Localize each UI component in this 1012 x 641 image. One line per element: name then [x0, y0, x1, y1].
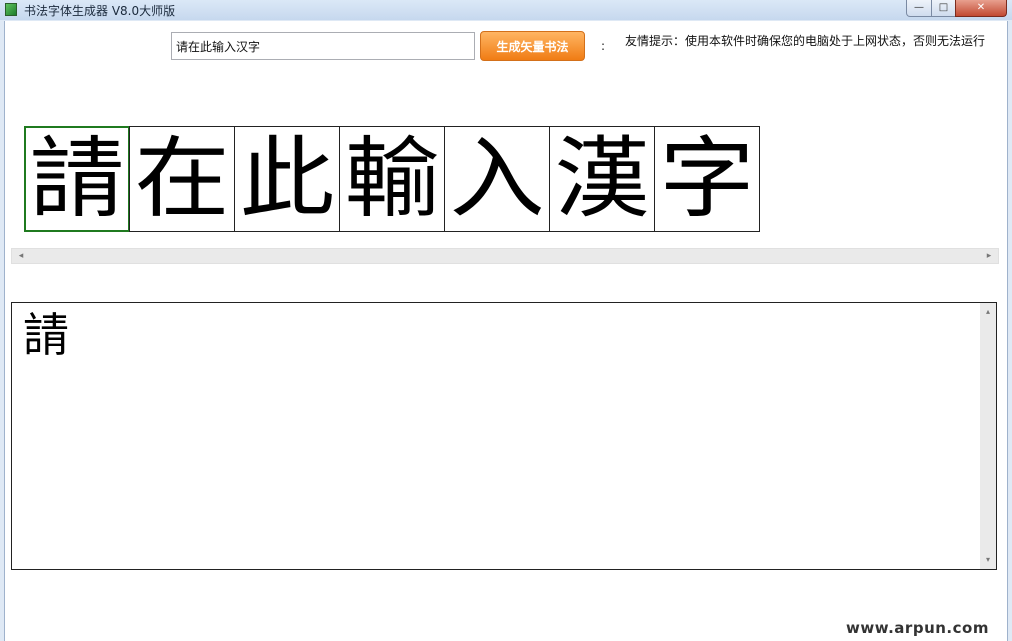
horizontal-scrollbar[interactable]: ◂ ▸ — [11, 248, 999, 264]
glyph-cell[interactable]: 此 — [234, 126, 340, 232]
chinese-text-input[interactable] — [171, 32, 475, 60]
app-icon — [5, 3, 17, 16]
scroll-right-icon[interactable]: ▸ — [982, 250, 996, 262]
scroll-left-icon[interactable]: ◂ — [14, 250, 28, 262]
glyph-char: 字 — [659, 127, 755, 230]
preview-text-area[interactable]: 請 ▴ ▾ — [11, 302, 997, 570]
glyph-char: 在 — [134, 127, 230, 230]
title-bar: 书法字体生成器 V8.0大师版 — □ ✕ — [0, 0, 1012, 20]
generate-calligraphy-button[interactable]: 生成矢量书法 — [480, 31, 585, 61]
glyph-cell[interactable]: 漢 — [549, 126, 655, 232]
glyph-char: 入 — [449, 127, 545, 230]
watermark-text: www.arpun.com — [846, 619, 989, 637]
colon-label: : — [601, 39, 606, 53]
glyph-cell[interactable]: 請 — [24, 126, 130, 232]
window-title: 书法字体生成器 V8.0大师版 — [24, 4, 176, 18]
glyph-char: 輸 — [344, 127, 440, 230]
preview-char: 請 — [23, 308, 69, 362]
calligraphy-glyph-strip: 請 在 此 輸 入 漢 字 — [24, 126, 760, 232]
glyph-cell[interactable]: 字 — [654, 126, 760, 232]
glyph-cell[interactable]: 在 — [129, 126, 235, 232]
glyph-char: 請 — [29, 127, 125, 230]
glyph-char: 此 — [239, 127, 335, 230]
glyph-cell[interactable]: 入 — [444, 126, 550, 232]
vertical-scrollbar[interactable]: ▴ ▾ — [980, 303, 996, 569]
network-tip-text: 友情提示：使用本软件时确保您的电脑处于上网状态，否则无法运行 — [625, 34, 986, 48]
scroll-down-icon[interactable]: ▾ — [982, 554, 994, 566]
minimize-button[interactable]: — — [906, 0, 932, 17]
scroll-up-icon[interactable]: ▴ — [982, 306, 994, 318]
glyph-char: 漢 — [554, 127, 650, 230]
maximize-button[interactable]: □ — [931, 0, 956, 17]
glyph-cell[interactable]: 輸 — [339, 126, 445, 232]
close-button[interactable]: ✕ — [955, 0, 1007, 17]
